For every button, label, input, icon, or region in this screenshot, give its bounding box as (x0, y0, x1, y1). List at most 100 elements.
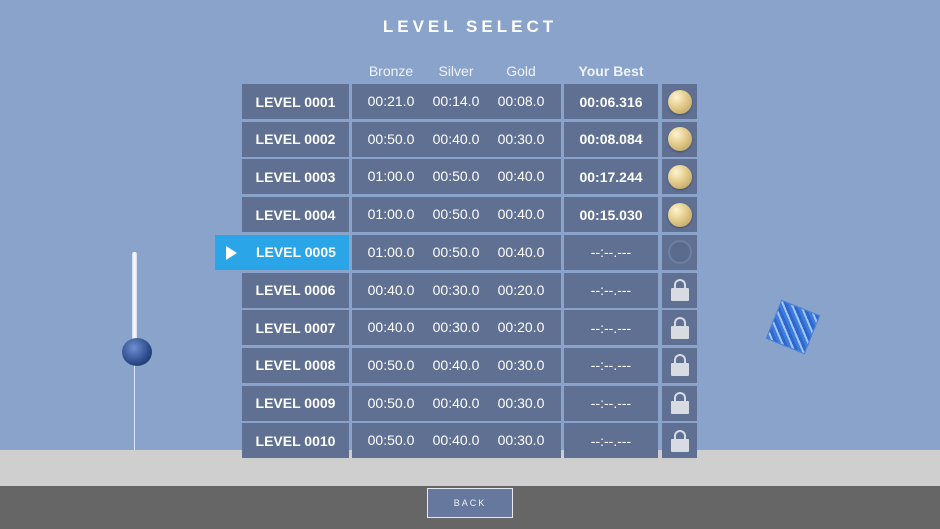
status-cell (662, 423, 697, 459)
level-name: LEVEL 0004 (255, 206, 336, 223)
gold-time: 00:30.0 (497, 432, 545, 449)
lock-icon (670, 353, 690, 377)
best-time: --:--.--- (564, 310, 658, 346)
status-cell (662, 234, 697, 270)
silver-time: 00:40.0 (432, 356, 480, 373)
gold-time: 00:40.0 (497, 168, 545, 185)
play-icon (226, 245, 237, 260)
status-cell (662, 159, 697, 195)
level-name-button[interactable]: LEVEL 0002 (242, 121, 349, 157)
lock-icon (670, 278, 690, 302)
silver-time: 00:40.0 (432, 394, 480, 411)
best-time: --:--.--- (564, 234, 658, 270)
header-silver: Silver (438, 63, 474, 79)
target-times: 01:00.0 00:50.0 00:40.0 (352, 234, 561, 270)
header-your-best: Your Best (578, 63, 644, 79)
bronze-time: 00:40.0 (367, 319, 415, 336)
page-title: LEVEL SELECT (382, 17, 558, 36)
status-cell (662, 197, 697, 233)
level-name: LEVEL 0007 (255, 319, 336, 336)
level-name: LEVEL 0002 (255, 131, 336, 148)
level-name-button[interactable]: LEVEL 0004 (242, 197, 349, 233)
level-name: LEVEL 0010 (255, 432, 336, 449)
gold-time: 00:40.0 (497, 206, 545, 223)
level-name: LEVEL 0003 (255, 168, 336, 185)
bronze-time: 01:00.0 (367, 168, 415, 185)
level-row[interactable]: LEVEL 0006 00:40.0 00:30.0 00:20.0 --:--.--- (0, 272, 940, 308)
status-cell (662, 385, 697, 421)
target-times: 00:50.0 00:40.0 00:30.0 (352, 385, 561, 421)
status-cell (662, 84, 697, 119)
level-row[interactable]: LEVEL 0007 00:40.0 00:30.0 00:20.0 --:--.--- (0, 310, 940, 346)
target-times: 00:40.0 00:30.0 00:20.0 (352, 272, 561, 308)
status-cell (662, 347, 697, 383)
level-row[interactable]: LEVEL 0005 01:00.0 00:50.0 00:40.0 --:--.--- (0, 234, 940, 270)
best-time: 00:17.244 (564, 159, 658, 195)
lock-icon (670, 429, 690, 453)
level-row[interactable]: LEVEL 0008 00:50.0 00:40.0 00:30.0 --:--.--- (0, 347, 940, 383)
silver-time: 00:50.0 (432, 168, 480, 185)
target-times: 01:00.0 00:50.0 00:40.0 (352, 159, 561, 195)
status-cell (662, 121, 697, 157)
best-time: 00:08.084 (564, 121, 658, 157)
best-time: --:--.--- (564, 423, 658, 459)
level-name-button[interactable]: LEVEL 0006 (242, 272, 349, 308)
gold-time: 00:30.0 (497, 394, 545, 411)
gold-time: 00:20.0 (497, 319, 545, 336)
header-gold: Gold (506, 63, 536, 79)
level-name: LEVEL 0008 (255, 357, 336, 374)
level-name: LEVEL 0001 (255, 93, 336, 110)
bronze-time: 01:00.0 (367, 206, 415, 223)
bronze-time: 00:50.0 (367, 356, 415, 373)
level-row[interactable]: LEVEL 0001 00:21.0 00:14.0 00:08.0 00:06.316 (0, 84, 940, 119)
best-time: --:--.--- (564, 347, 658, 383)
gold-medal-icon (667, 164, 692, 189)
gold-medal-icon (667, 127, 692, 152)
silver-time: 00:14.0 (432, 93, 480, 109)
silver-time: 00:50.0 (432, 243, 480, 260)
level-name-button[interactable]: LEVEL 0007 (242, 310, 349, 346)
lock-icon (670, 391, 690, 415)
empty-medal-icon (667, 240, 692, 265)
level-row[interactable]: LEVEL 0003 01:00.0 00:50.0 00:40.0 00:17.244 (0, 159, 940, 195)
target-times: 00:50.0 00:40.0 00:30.0 (352, 423, 561, 459)
level-name: LEVEL 0005 (256, 244, 336, 261)
level-name-button[interactable]: LEVEL 0001 (242, 84, 349, 119)
level-row[interactable]: LEVEL 0009 00:50.0 00:40.0 00:30.0 --:--.--- (0, 385, 940, 421)
gold-time: 00:30.0 (497, 130, 545, 147)
bronze-time: 00:50.0 (367, 394, 415, 411)
gold-time: 00:20.0 (497, 281, 545, 298)
target-times: 00:50.0 00:40.0 00:30.0 (352, 121, 561, 157)
gold-time: 00:40.0 (497, 243, 545, 260)
silver-time: 00:50.0 (432, 206, 480, 223)
bronze-time: 00:50.0 (367, 432, 415, 449)
level-row[interactable]: LEVEL 0004 01:00.0 00:50.0 00:40.0 00:15.030 (0, 197, 940, 233)
level-name-button[interactable]: LEVEL 0008 (242, 347, 349, 383)
best-time: 00:15.030 (564, 197, 658, 233)
level-row[interactable]: LEVEL 0002 00:50.0 00:40.0 00:30.0 00:08.084 (0, 121, 940, 157)
header-bronze: Bronze (368, 63, 414, 79)
target-times: 00:40.0 00:30.0 00:20.0 (352, 310, 561, 346)
bronze-time: 00:40.0 (367, 281, 415, 298)
bronze-time: 01:00.0 (367, 243, 415, 260)
status-cell (662, 272, 697, 308)
back-button[interactable]: BACK (427, 488, 513, 518)
gold-time: 00:08.0 (497, 93, 545, 109)
target-times: 00:21.0 00:14.0 00:08.0 (352, 84, 561, 119)
status-cell (662, 310, 697, 346)
target-times: 01:00.0 00:50.0 00:40.0 (352, 197, 561, 233)
level-name-button[interactable]: LEVEL 0005 (215, 234, 349, 270)
level-name-button[interactable]: LEVEL 0010 (242, 423, 349, 459)
level-name-button[interactable]: LEVEL 0009 (242, 385, 349, 421)
level-name-button[interactable]: LEVEL 0003 (242, 159, 349, 195)
silver-time: 00:40.0 (432, 130, 480, 147)
level-name: LEVEL 0009 (255, 395, 336, 412)
target-times: 00:50.0 00:40.0 00:30.0 (352, 347, 561, 383)
level-row[interactable]: LEVEL 0010 00:50.0 00:40.0 00:30.0 --:--.--- (0, 423, 940, 459)
level-name: LEVEL 0006 (255, 282, 336, 298)
best-time: --:--.--- (564, 272, 658, 308)
silver-time: 00:40.0 (432, 432, 480, 449)
gold-time: 00:30.0 (497, 356, 545, 373)
best-time: 00:06.316 (564, 84, 658, 119)
bronze-time: 00:21.0 (367, 93, 415, 109)
